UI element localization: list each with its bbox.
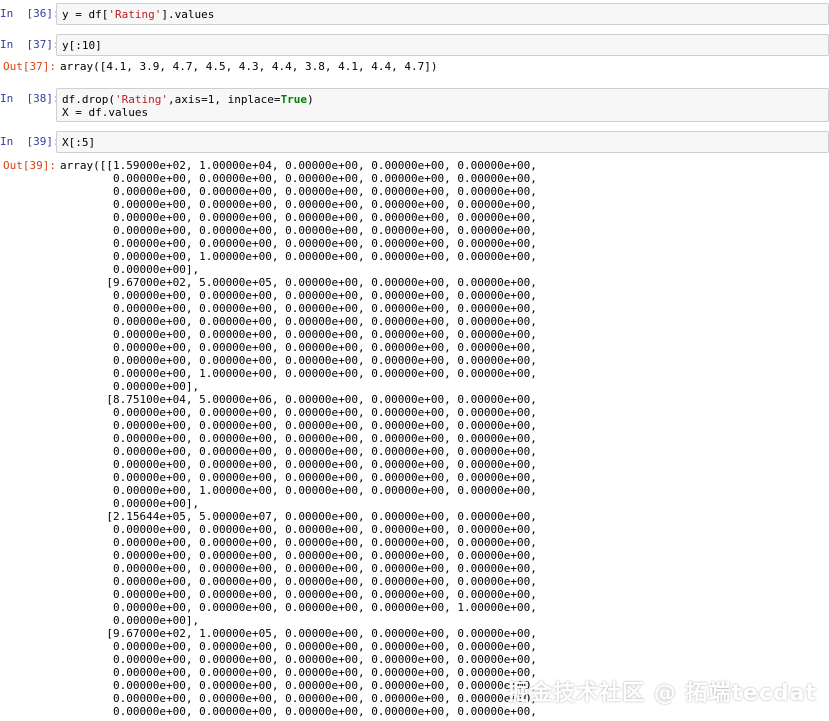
code-text-38: df.drop('Rating',axis=1, inplace=True) X…: [62, 93, 823, 119]
code-input-38[interactable]: df.drop('Rating',axis=1, inplace=True) X…: [56, 88, 829, 122]
cell-38: In [38]: df.drop('Rating',axis=1, inplac…: [0, 88, 829, 122]
code-token: ,axis=1, inplace=: [167, 93, 281, 106]
code-input-37[interactable]: y[:10]: [56, 34, 829, 56]
code-token: y = df[: [62, 8, 109, 21]
output-37: array([4.1, 3.9, 4.7, 4.5, 4.3, 4.4, 3.8…: [60, 60, 438, 73]
code-text-36: y = df['Rating'].values: [62, 8, 823, 21]
cell-37: In [37]: y[:10] Out[37]: array([4.1, 3.9…: [0, 34, 829, 79]
code-input-39[interactable]: X[:5]: [56, 131, 829, 153]
code-token: ): [307, 93, 314, 106]
code-string: 'Rating': [114, 93, 168, 106]
code-keyword: True: [280, 93, 308, 106]
in-prompt-38: In [38]:: [0, 92, 60, 105]
watermark: 掘金技术社区 @ 拓端tecdat: [507, 681, 817, 706]
code-line: X = df.values: [62, 106, 149, 119]
cell-36: In [36]: y = df['Rating'].values: [0, 3, 829, 25]
output-39: array([[1.59000e+02, 1.00000e+04, 0.0000…: [60, 159, 537, 718]
out-prompt-39: Out[39]:: [3, 159, 56, 172]
in-prompt-36: In [36]:: [0, 7, 60, 20]
out-prompt-37: Out[37]:: [3, 60, 56, 73]
code-text-39: X[:5]: [62, 136, 96, 149]
code-string: 'Rating': [108, 8, 162, 21]
code-text-37: y[:10]: [62, 39, 102, 52]
cell-39: In [39]: X[:5] Out[39]: array([[1.59000e…: [0, 131, 829, 721]
in-prompt-39: In [39]:: [0, 135, 60, 148]
code-token: df.drop(: [62, 93, 115, 106]
code-input-36[interactable]: y = df['Rating'].values: [56, 3, 829, 25]
code-token: ].values: [161, 8, 215, 21]
in-prompt-37: In [37]:: [0, 38, 60, 51]
